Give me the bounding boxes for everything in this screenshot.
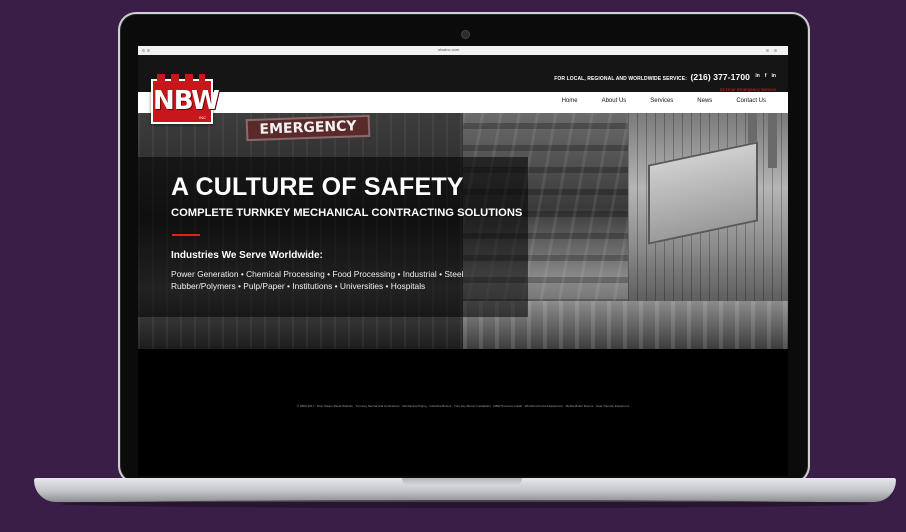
hero-subtitle: COMPLETE TURNKEY MECHANICAL CONTRACTING … (171, 207, 523, 219)
nav-item-contact-us[interactable]: Contact Us (736, 98, 766, 104)
linkedin-icon[interactable]: in (772, 73, 776, 79)
service-label: FOR LOCAL, REGIONAL AND WORLDWIDE SERVIC… (554, 76, 687, 82)
window-control-icon[interactable] (147, 49, 150, 52)
nav-item-home[interactable]: Home (562, 98, 578, 104)
smokestack-image (768, 113, 777, 168)
industries-list-line-2: Rubber/Polymers • Pulp/Paper • Instituti… (171, 281, 426, 291)
laptop-shadow (60, 500, 870, 508)
main-nav: Home About Us Services News Contact Us (138, 92, 788, 113)
url-text[interactable]: nbwinc.com (438, 47, 459, 52)
footer: © NBW 2017 · Ohio Steam Retail Website ·… (138, 349, 788, 476)
logo-text: NBW (153, 86, 220, 116)
laptop-notch (402, 478, 522, 486)
tab-control-icon[interactable] (766, 49, 769, 52)
linkedin-icon[interactable]: in (755, 73, 759, 79)
tab-control-icon[interactable] (774, 49, 777, 52)
logo-sub: INC (199, 115, 206, 120)
top-header: FOR LOCAL, REGIONAL AND WORLDWIDE SERVIC… (138, 55, 788, 92)
hero-title: A CULTURE OF SAFETY (171, 173, 464, 201)
nav-item-news[interactable]: News (697, 98, 712, 104)
hero-banner: EMERGENCY A CULTURE OF SAFETY COMPLETE T… (138, 113, 788, 349)
industries-list-line-1: Power Generation • Chemical Processing •… (171, 269, 464, 279)
accent-divider (172, 234, 200, 236)
emergency-sign-image: EMERGENCY (245, 114, 371, 142)
nav-item-about-us[interactable]: About Us (602, 98, 627, 104)
social-links: in f in (755, 73, 776, 79)
webcam-icon (462, 31, 469, 38)
nav-item-services[interactable]: Services (650, 98, 673, 104)
nbw-logo[interactable]: NBW INC (151, 74, 220, 124)
window-control-icon[interactable] (142, 49, 145, 52)
laptop-screen: nbwinc.com FOR LOCAL, REGIONAL AND WORLD… (138, 46, 788, 476)
footer-links[interactable]: © NBW 2017 · Ohio Steam Retail Website ·… (138, 404, 788, 408)
industries-heading: Industries We Serve Worldwide: (171, 250, 323, 261)
facebook-icon[interactable]: f (765, 73, 767, 79)
service-line: FOR LOCAL, REGIONAL AND WORLDWIDE SERVIC… (554, 72, 750, 82)
phone-number[interactable]: (216) 377-1700 (690, 72, 750, 82)
